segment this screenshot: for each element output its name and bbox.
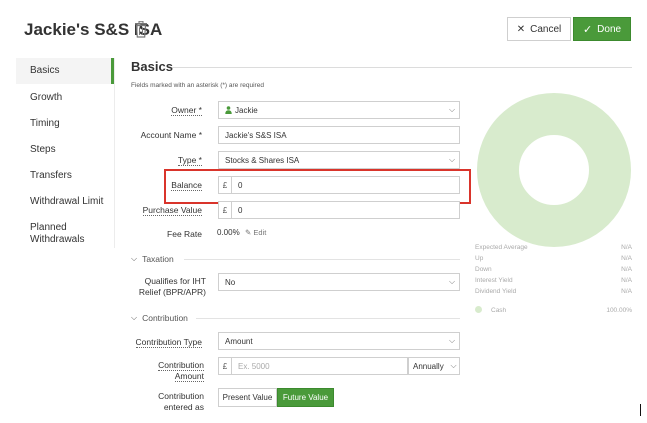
stat-expected-average-value: N/A [621,244,632,251]
chevron-down-icon: ⌵ [450,361,457,370]
owner-value: Jackie [235,105,258,115]
stat-dividend-yield-label: Dividend Yield [475,288,517,295]
sidebar-item-timing[interactable]: Timing [16,118,114,129]
owner-label: Owner * [171,105,202,116]
taxation-divider [184,259,460,260]
sidebar-divider [114,58,115,248]
taxation-toggle[interactable]: ⌵ Taxation [131,254,174,264]
account-name-input[interactable]: Jackie's S&S ISA [218,126,460,144]
type-label: Type * [177,155,202,166]
stat-down-value: N/A [621,266,632,273]
sidebar-item-growth[interactable]: Growth [16,92,114,103]
stat-down-label: Down [475,266,492,273]
future-value-toggle[interactable]: Future Value [277,388,334,407]
donut-slice-cash [477,93,631,247]
cancel-button[interactable]: ✕ Cancel [507,17,571,41]
purchase-value-label: Purchase Value [142,205,202,216]
present-value-toggle[interactable]: Present Value [218,388,277,407]
chevron-down-icon: ⌵ [448,277,456,286]
legend-label-cash: Cash [491,307,507,314]
legend-value-cash: 100.00% [606,307,632,314]
contribution-type-label: Contribution Type [135,337,202,348]
taxation-title: Taxation [142,254,174,264]
legend-swatch-cash [475,306,482,313]
check-icon: ✓ [582,23,593,36]
currency-symbol: £ [219,202,232,218]
purchase-value-value: 0 [238,205,243,215]
done-button[interactable]: ✓ Done [573,17,631,41]
type-select[interactable]: Stocks & Shares ISA ⌵ [218,151,460,169]
frequency-value: Annually [413,361,444,371]
chevron-down-icon: ⌵ [448,155,456,164]
chevron-down-icon: ⌵ [448,336,456,345]
currency-symbol: £ [219,358,232,374]
chevron-down-icon: ⌵ [131,313,138,322]
trash-icon[interactable] [134,21,148,38]
stat-interest-yield-label: Interest Yield [475,277,513,284]
cancel-button-label: Cancel [530,23,562,35]
stat-up-value: N/A [621,255,632,262]
owner-select[interactable]: Jackie ⌵ [218,101,460,119]
iht-relief-value: No [225,277,236,287]
stat-expected-average-label: Expected Average [475,244,528,251]
sidebar-item-steps[interactable]: Steps [16,144,114,155]
required-note: Fields marked with an asterisk (*) are r… [131,82,264,89]
contribution-amount-input[interactable]: £ Ex. 5000 [218,357,408,375]
purchase-value-input[interactable]: £ 0 [218,201,460,219]
stat-dividend-yield-value: N/A [621,288,632,295]
fee-rate-value: 0.00% [217,228,240,237]
iht-relief-select[interactable]: No ⌵ [218,273,460,291]
contribution-type-select[interactable]: Amount ⌵ [218,332,460,350]
done-button-label: Done [597,23,622,35]
frequency-select[interactable]: Annually ⌵ [408,357,460,375]
close-icon: ✕ [516,23,526,35]
balance-highlight-box [164,169,471,204]
section-title-basics: Basics [131,59,173,74]
contribution-toggle[interactable]: ⌵ Contribution [131,313,188,323]
account-name-value: Jackie's S&S ISA [225,130,287,140]
iht-relief-label: Qualifies for IHT Relief (BPR/APR) [138,276,206,297]
contribution-amount-label: Contribution Amount [158,360,204,382]
chevron-down-icon: ⌵ [131,254,138,263]
contribution-type-value: Amount [225,336,253,346]
fee-rate-edit-link[interactable]: ✎ Edit [245,228,266,237]
contribution-amount-placeholder: Ex. 5000 [238,361,270,371]
section-divider [172,67,632,68]
allocation-donut-chart [477,93,631,247]
account-name-label: Account Name * [140,130,202,140]
entered-as-label: Contribution entered as [158,391,204,412]
chevron-down-icon: ⌵ [448,105,456,114]
fee-rate-label: Fee Rate [167,229,202,239]
user-icon [225,106,232,114]
sidebar-item-basics[interactable]: Basics [16,58,114,84]
contribution-divider [196,318,460,319]
text-cursor [640,404,641,416]
stat-interest-yield-value: N/A [621,277,632,284]
stat-up-label: Up [475,255,484,262]
type-value: Stocks & Shares ISA [225,155,300,165]
pencil-icon: ✎ [245,228,252,237]
contribution-title: Contribution [142,313,188,323]
